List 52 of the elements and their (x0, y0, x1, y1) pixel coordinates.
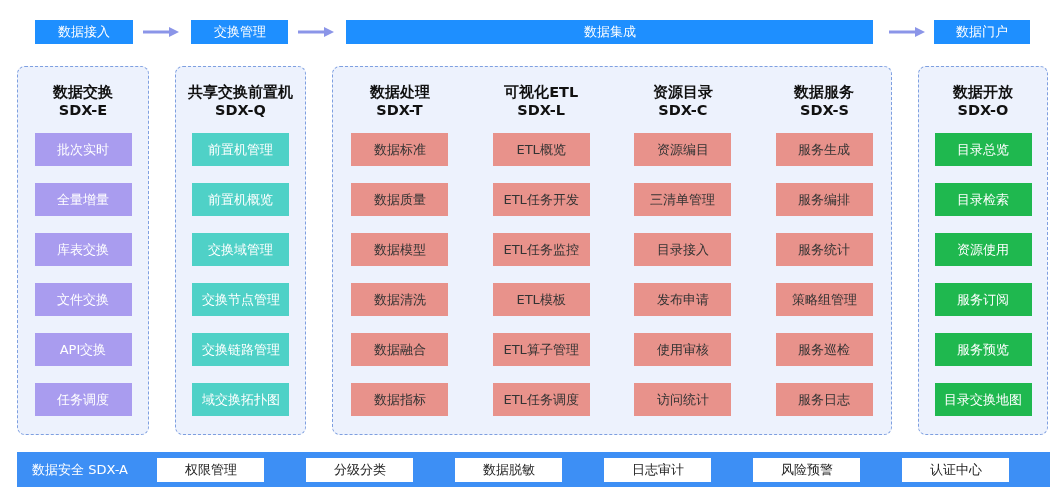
feature-button[interactable]: 数据指标 (351, 383, 448, 416)
feature-button[interactable]: ETL算子管理 (492, 333, 590, 366)
feature-button[interactable]: 数据清洗 (351, 283, 448, 316)
feature-button[interactable]: 服务巡检 (775, 333, 873, 366)
arrow-icon (143, 26, 179, 38)
arrow-icon (889, 26, 925, 38)
module-code: SDX-S (800, 101, 849, 119)
security-button[interactable]: 数据脱敏 (455, 457, 562, 482)
feature-button[interactable]: 三清单管理 (634, 183, 732, 216)
security-button[interactable]: 分级分类 (306, 457, 413, 482)
stage-header: 数据门户 (934, 20, 1030, 44)
feature-button[interactable]: ETL任务监控 (492, 233, 590, 266)
module-title: 数据服务 (794, 83, 855, 101)
feature-button[interactable]: 服务日志 (775, 383, 873, 416)
security-label: 数据安全 SDX-A (32, 460, 129, 479)
module-title: 数据处理 (369, 83, 430, 101)
feature-button[interactable]: ETL模板 (492, 283, 590, 316)
module-code: SDX-L (517, 101, 565, 119)
feature-button[interactable]: 数据质量 (351, 183, 448, 216)
stage-header: 交换管理 (191, 20, 288, 44)
security-button[interactable]: 认证中心 (902, 457, 1009, 482)
feature-button[interactable]: 服务编排 (775, 183, 873, 216)
stage-header: 数据集成 (346, 20, 873, 44)
module-title: 数据交换 (53, 83, 113, 101)
feature-button[interactable]: 访问统计 (634, 383, 732, 416)
module-code: SDX-E (58, 101, 108, 119)
feature-button[interactable]: ETL任务调度 (492, 383, 590, 416)
security-button[interactable]: 权限管理 (157, 457, 264, 482)
feature-button[interactable]: ETL概览 (492, 133, 590, 166)
feature-button[interactable]: 策略组管理 (775, 283, 873, 316)
stage-header: 数据接入 (35, 20, 133, 44)
arrow-icon (298, 26, 334, 38)
module-code: SDX-O (957, 101, 1009, 119)
module-title: 共享交换前置机 (188, 83, 293, 101)
module-title: 数据开放 (953, 83, 1013, 101)
feature-button[interactable]: 目录接入 (634, 233, 732, 266)
feature-button[interactable]: ETL任务开发 (492, 183, 590, 216)
feature-button[interactable]: 发布申请 (634, 283, 732, 316)
feature-button[interactable]: 服务统计 (775, 233, 873, 266)
feature-button[interactable]: 服务生成 (775, 133, 873, 166)
feature-button[interactable]: 数据融合 (351, 333, 448, 366)
feature-button[interactable]: 数据模型 (351, 233, 448, 266)
module-code: SDX-Q (215, 101, 266, 119)
feature-button[interactable]: 数据标准 (351, 133, 448, 166)
module-code: SDX-C (658, 101, 708, 119)
module-title: 资源目录 (652, 83, 713, 101)
security-button[interactable]: 日志审计 (604, 457, 711, 482)
module-code: SDX-T (376, 101, 423, 119)
feature-button[interactable]: 使用审核 (634, 333, 732, 366)
feature-button[interactable]: 资源编目 (634, 133, 732, 166)
module-title: 可视化ETL (504, 83, 579, 101)
security-button[interactable]: 风险预警 (753, 457, 860, 482)
